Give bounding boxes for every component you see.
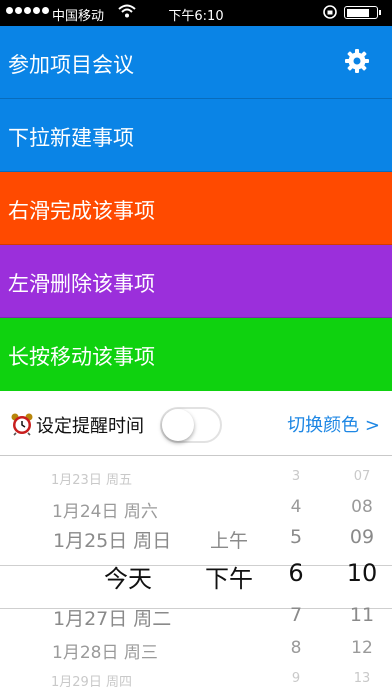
picker-ampm-option[interactable]: 上午 bbox=[210, 526, 248, 553]
task-label: 下拉新建事项 bbox=[8, 126, 134, 150]
picker-minute-option[interactable]: 10 bbox=[342, 559, 382, 587]
picker-date-option[interactable]: 1月24日 周六 bbox=[52, 497, 158, 522]
picker-hour-option[interactable]: 6 bbox=[276, 559, 316, 587]
picker-minute-option[interactable]: 13 bbox=[342, 671, 382, 686]
date-time-picker[interactable]: 1月23日 周五 1月24日 周六 1月25日 周日今天 1月27日 周二 1月28日 … bbox=[0, 457, 392, 696]
switch-color-link[interactable]: 切换颜色 > bbox=[287, 411, 380, 437]
task-row[interactable]: 右滑完成该事项 bbox=[0, 172, 392, 245]
task-row[interactable]: 左滑删除该事项 bbox=[0, 245, 392, 318]
picker-date-option[interactable]: 1月25日 周日 bbox=[53, 526, 171, 553]
task-label: 右滑完成该事项 bbox=[8, 199, 155, 223]
alarm-clock-icon bbox=[11, 413, 33, 436]
task-row[interactable]: 长按移动该事项 bbox=[0, 318, 392, 391]
picker-hour-option[interactable]: 3 bbox=[276, 469, 316, 484]
gear-icon[interactable] bbox=[344, 48, 370, 74]
task-row[interactable]: 参加项目会议 bbox=[0, 26, 392, 99]
picker-date-option[interactable]: 1月29日 周四 bbox=[51, 671, 132, 690]
reminder-toggle[interactable] bbox=[160, 407, 222, 443]
picker-hour-option[interactable]: 9 bbox=[276, 671, 316, 686]
rotation-lock-icon bbox=[323, 5, 337, 19]
task-row[interactable]: 下拉新建事项 bbox=[0, 99, 392, 172]
battery-icon bbox=[344, 6, 381, 19]
reminder-label: 设定提醒时间 bbox=[36, 416, 144, 437]
status-bar: 中国移动 下午6:10 bbox=[0, 0, 392, 26]
picker-hour-option[interactable]: 8 bbox=[276, 638, 316, 658]
picker-ampm-option[interactable]: 下午 bbox=[205, 559, 253, 594]
picker-hour-option[interactable]: 5 bbox=[276, 526, 316, 548]
picker-minute-option[interactable]: 07 bbox=[342, 469, 382, 484]
task-label: 长按移动该事项 bbox=[8, 345, 155, 369]
picker-minute-option[interactable]: 11 bbox=[342, 604, 382, 626]
picker-date-option[interactable]: 1月28日 周三 bbox=[52, 638, 158, 663]
toggle-knob bbox=[162, 409, 194, 441]
reminder-settings-bar: 设定提醒时间 切换颜色 > bbox=[0, 392, 392, 456]
picker-hour-option[interactable]: 7 bbox=[276, 604, 316, 626]
picker-minute-option[interactable]: 12 bbox=[342, 638, 382, 658]
picker-minute-option[interactable]: 09 bbox=[342, 526, 382, 548]
task-label: 左滑删除该事项 bbox=[8, 272, 155, 296]
picker-date-option[interactable]: 今天 bbox=[104, 559, 152, 594]
picker-hour-option[interactable]: 4 bbox=[276, 497, 316, 517]
picker-minute-option[interactable]: 08 bbox=[342, 497, 382, 517]
picker-selection-band bbox=[0, 565, 392, 609]
picker-date-option[interactable]: 1月23日 周五 bbox=[51, 469, 132, 488]
picker-date-option[interactable]: 1月27日 周二 bbox=[53, 604, 171, 631]
task-label: 参加项目会议 bbox=[8, 53, 134, 77]
